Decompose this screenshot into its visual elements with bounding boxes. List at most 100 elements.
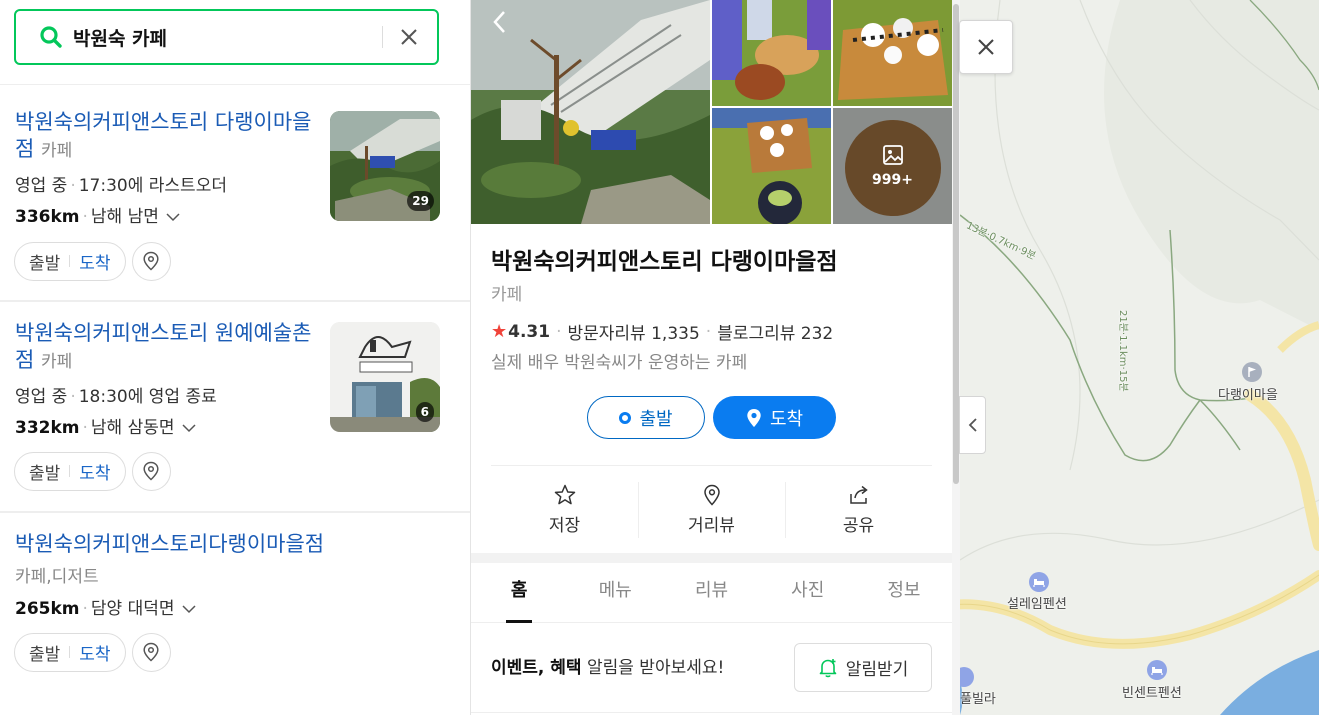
share-label: 공유 bbox=[842, 515, 875, 536]
event-bold: 이벤트, 혜택 bbox=[491, 658, 582, 678]
depart-label: 출발 bbox=[639, 408, 673, 430]
photo-count-badge: 29 bbox=[407, 191, 434, 211]
route-pill: 출발 도착 bbox=[14, 241, 126, 281]
blog-reviews-link[interactable]: 블로그리뷰 232 bbox=[717, 319, 833, 344]
arrive-button[interactable]: 도착 bbox=[713, 396, 836, 439]
result-actions: 출발 도착 bbox=[14, 451, 171, 491]
share-button[interactable]: 공유 bbox=[785, 478, 932, 540]
photo-gallery: 999+ bbox=[471, 0, 952, 224]
lodging-poi-icon[interactable] bbox=[1147, 660, 1167, 680]
street-view-button[interactable] bbox=[131, 632, 171, 672]
location-pin-icon bbox=[747, 408, 761, 427]
result-title[interactable]: 박원숙의커피앤스토리 원예예술촌점 카페 bbox=[15, 320, 315, 376]
chevron-down-icon[interactable] bbox=[182, 423, 196, 433]
depart-button[interactable]: 출발 bbox=[29, 249, 60, 274]
result-thumbnail[interactable]: 6 bbox=[330, 322, 440, 432]
street-view-button[interactable]: 거리뷰 bbox=[638, 478, 785, 540]
notify-button[interactable]: 알림받기 bbox=[794, 643, 932, 692]
section-divider bbox=[491, 465, 932, 466]
lodging-poi-icon[interactable] bbox=[1029, 572, 1049, 592]
result-title[interactable]: 박원숙의커피앤스토리 다랭이마을점 카페 bbox=[15, 109, 315, 165]
gallery-photo[interactable] bbox=[833, 0, 952, 106]
clear-search-icon[interactable] bbox=[397, 25, 421, 49]
more-photos-overlay[interactable]: 999+ bbox=[833, 108, 952, 224]
section-gap bbox=[471, 553, 952, 563]
star-outline-icon bbox=[554, 484, 575, 504]
tab-info[interactable]: 정보 bbox=[856, 563, 952, 622]
event-text: 알림을 받아보세요! bbox=[586, 658, 725, 678]
star-icon: ★ bbox=[491, 321, 508, 342]
arrive-label: 도착 bbox=[769, 408, 804, 430]
search-box bbox=[14, 9, 439, 65]
main-photo[interactable] bbox=[471, 0, 710, 224]
result-thumbnail[interactable]: 29 bbox=[330, 111, 440, 221]
result-distance-row[interactable]: 332km · 남해 삼동면 bbox=[15, 413, 196, 438]
gallery-photo-more[interactable]: 999+ bbox=[833, 108, 952, 224]
bell-plus-icon bbox=[819, 658, 837, 677]
close-map-button[interactable] bbox=[959, 20, 1013, 74]
tab-review[interactable]: 리뷰 bbox=[663, 563, 759, 622]
tab-menu[interactable]: 메뉴 bbox=[567, 563, 663, 622]
photo-count-badge: 6 bbox=[415, 402, 434, 422]
result-actions: 출발 도착 bbox=[14, 241, 171, 281]
result-actions: 출발 도착 bbox=[14, 632, 171, 672]
result-title[interactable]: 박원숙의커피앤스토리다랭이마을점 bbox=[15, 531, 455, 558]
depart-button[interactable]: 출발 bbox=[29, 459, 60, 484]
tab-photo[interactable]: 사진 bbox=[760, 563, 856, 622]
detail-scrollbar[interactable] bbox=[952, 0, 960, 715]
rating-row: ★ 4.31 · 방문자리뷰 1,335 · 블로그리뷰 232 bbox=[491, 319, 834, 344]
arrive-button[interactable]: 도착 bbox=[79, 249, 110, 274]
search-icon[interactable] bbox=[38, 24, 64, 50]
arrive-button[interactable]: 도착 bbox=[79, 459, 110, 484]
back-arrow-icon[interactable] bbox=[489, 8, 511, 36]
hours-detail: 18:30에 영업 종료 bbox=[78, 387, 217, 407]
visitor-reviews-link[interactable]: 방문자리뷰 1,335 bbox=[568, 319, 700, 344]
result-distance-row[interactable]: 265km · 담양 대덕면 bbox=[15, 594, 196, 619]
pension-label[interactable]: 설레임펜션 bbox=[1007, 593, 1067, 612]
address[interactable]: 남해 남면 bbox=[91, 207, 159, 227]
save-label: 저장 bbox=[548, 515, 581, 536]
collapse-panel-button[interactable] bbox=[959, 396, 986, 454]
hours-detail: 17:30에 라스트오더 bbox=[78, 176, 227, 196]
result-hours: 영업 중 · 17:30에 라스트오더 bbox=[15, 176, 227, 196]
village-label[interactable]: 다랭이마을 bbox=[1218, 384, 1278, 403]
street-view-button[interactable] bbox=[131, 451, 171, 491]
map-view[interactable]: 13분·0.7km·9분 21분·1.1km·15분 다랭이마을 설레임펜션 빈… bbox=[960, 0, 1319, 715]
arrive-button[interactable]: 도착 bbox=[79, 640, 110, 665]
action-bar: 저장 거리뷰 공유 bbox=[491, 478, 932, 540]
search-input[interactable] bbox=[73, 26, 373, 48]
section-divider bbox=[471, 712, 952, 713]
photo-count: 999+ bbox=[872, 172, 913, 188]
result-distance-row[interactable]: 336km · 남해 남면 bbox=[15, 202, 180, 227]
save-button[interactable]: 저장 bbox=[491, 478, 638, 540]
gallery-photo[interactable] bbox=[712, 0, 831, 106]
location-pin-icon bbox=[143, 642, 159, 662]
result-hours: 영업 중 · 18:30에 영업 종료 bbox=[15, 387, 217, 407]
result-category: 카페 bbox=[41, 141, 73, 161]
event-banner-text: 이벤트, 혜택 알림을 받아보세요! bbox=[491, 653, 724, 678]
open-status: 영업 중 bbox=[15, 176, 68, 196]
place-title: 박원숙의커피앤스토리 다랭이마을점 bbox=[491, 249, 838, 275]
location-pin-icon bbox=[143, 251, 159, 271]
search-divider bbox=[382, 26, 383, 48]
distance: 265km bbox=[15, 599, 80, 619]
street-view-button[interactable] bbox=[131, 241, 171, 281]
depart-button[interactable]: 출발 bbox=[587, 396, 705, 439]
street-view-label: 거리뷰 bbox=[688, 515, 735, 536]
chevron-down-icon[interactable] bbox=[182, 604, 196, 614]
header-divider bbox=[0, 84, 470, 85]
address[interactable]: 남해 삼동면 bbox=[91, 418, 175, 438]
result-category: 카페 bbox=[41, 352, 73, 372]
village-poi-icon[interactable] bbox=[1242, 362, 1262, 382]
depart-button[interactable]: 출발 bbox=[29, 640, 60, 665]
villa-label[interactable]: 풀빌라 bbox=[960, 688, 996, 707]
route-pill: 출발 도착 bbox=[14, 632, 126, 672]
gallery-photo[interactable] bbox=[712, 108, 831, 224]
chevron-left-icon bbox=[968, 418, 977, 432]
origin-dot-icon bbox=[619, 411, 632, 424]
chevron-down-icon[interactable] bbox=[166, 212, 180, 222]
address[interactable]: 담양 대덕면 bbox=[91, 599, 175, 619]
pension-label[interactable]: 빈센트펜션 bbox=[1122, 682, 1182, 701]
tab-home[interactable]: 홈 bbox=[471, 563, 567, 623]
result-name[interactable]: 박원숙의커피앤스토리다랭이마을점 bbox=[15, 532, 324, 556]
